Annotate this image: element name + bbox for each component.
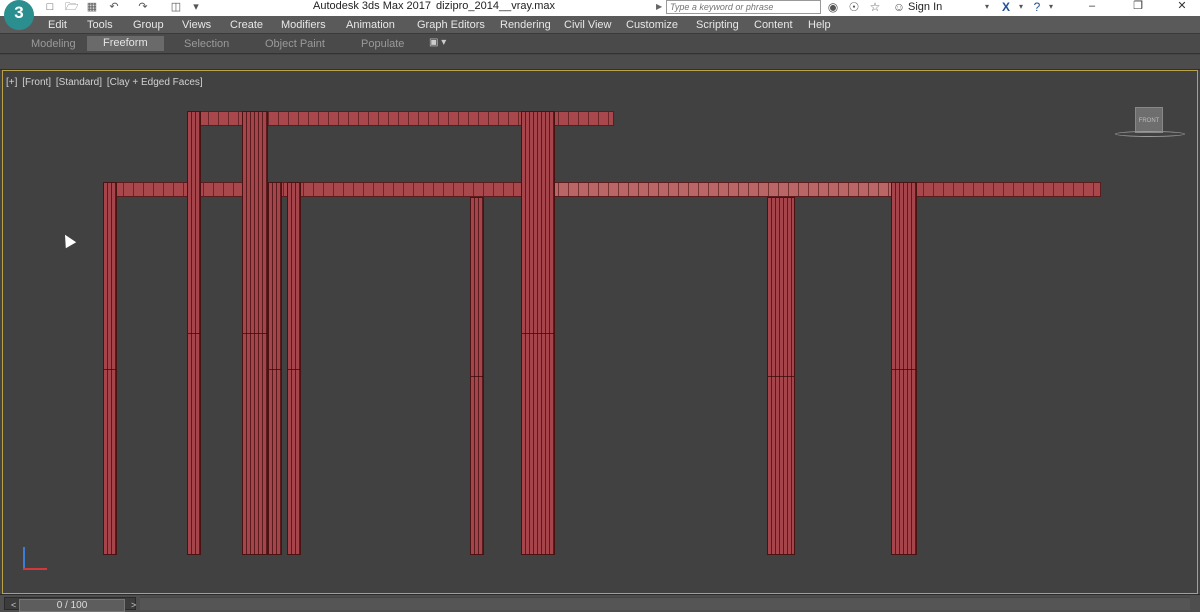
restore-icon[interactable]: ❐ [1120,0,1156,14]
menu-civil-view[interactable]: Civil View [564,18,611,32]
tab-selection[interactable]: Selection [184,37,229,51]
slider-prev-icon[interactable]: < [11,600,16,610]
axis-gizmo-x [23,568,47,570]
star-icon[interactable]: ☆ [868,0,882,14]
post[interactable] [242,111,268,555]
tab-freeform[interactable]: Freeform [87,36,164,51]
post[interactable] [470,197,484,555]
file-name: dizipro_2014__vray.max [436,0,556,12]
menu-rendering[interactable]: Rendering [500,18,551,32]
title-bar: 3 □ 🗁 ▦ ↶ ↷ ◫ ▾ Autodesk 3ds Max 2017 di… [0,0,1200,30]
menu-views[interactable]: Views [182,18,211,32]
viewcube-ring[interactable] [1115,131,1185,137]
sign-in-button[interactable]: Sign In [908,1,942,14]
time-slider[interactable]: 0 / 100 [19,599,125,612]
satellite-icon[interactable]: ☉ [847,0,861,14]
axis-gizmo-z [23,547,25,569]
post[interactable] [891,182,917,555]
app-window: 3 □ 🗁 ▦ ↶ ↷ ◫ ▾ Autodesk 3ds Max 2017 di… [0,0,1200,612]
mouse-cursor-icon [59,231,77,249]
app-logo[interactable]: 3 [4,0,34,30]
project-icon[interactable]: ◫ [170,1,182,13]
menu-bar: Edit Tools Group Views Create Modifiers … [0,16,1200,34]
post[interactable] [767,197,795,555]
menu-customize[interactable]: Customize [626,18,678,32]
quick-access-dropdown-icon[interactable]: ▾ [190,1,202,13]
menu-help[interactable]: Help [808,18,831,32]
slider-next-icon[interactable]: > [131,600,136,610]
tab-populate[interactable]: Populate [361,37,404,51]
menu-modifiers[interactable]: Modifiers [281,18,326,32]
menu-scripting[interactable]: Scripting [696,18,739,32]
autodesk-exchange-icon[interactable]: X [999,0,1013,14]
close-icon[interactable]: ✕ [1164,0,1200,14]
timeline-track[interactable] [140,597,1190,610]
new-icon[interactable]: □ [44,1,56,13]
post[interactable] [521,111,555,555]
help-dropdown-icon[interactable]: ▾ [1046,0,1056,14]
viewport-shading-label[interactable]: [Clay + Edged Faces] [107,77,203,88]
post[interactable] [287,182,301,555]
viewport-label[interactable]: [+] [Front] [Standard] [Clay + Edged Fac… [6,77,205,88]
ribbon-tabs: Modeling Freeform Selection Object Paint… [0,34,1200,54]
binoculars-icon[interactable]: ◉ [826,0,840,14]
user-icon[interactable]: ☺ [892,0,906,14]
viewcube[interactable]: FRONT [1135,107,1163,133]
save-icon[interactable]: ▦ [86,1,98,13]
minimize-icon[interactable]: – [1074,0,1110,14]
search-arrow-icon[interactable]: ▶ [656,2,662,11]
viewport-camera-label[interactable]: [Standard] [56,77,102,88]
undo-icon[interactable]: ↶ [108,1,120,13]
post[interactable] [187,111,201,555]
sign-in-dropdown-icon[interactable]: ▾ [982,0,992,14]
beam-lower-highlight[interactable] [548,182,893,197]
front-viewport[interactable]: [+] [Front] [Standard] [Clay + Edged Fac… [2,70,1198,594]
time-slider-track[interactable]: < 0 / 100 > [4,597,136,612]
menu-edit[interactable]: Edit [48,18,67,32]
time-bar: < 0 / 100 > [0,594,1200,612]
viewport-menu-label[interactable]: [+] [6,77,17,88]
menu-group[interactable]: Group [133,18,164,32]
ribbon-options-icon[interactable]: ▣ ▾ [429,37,446,48]
menu-tools[interactable]: Tools [87,18,113,32]
menu-content[interactable]: Content [754,18,793,32]
ribbon-panel-strip [0,55,1200,70]
app-title: Autodesk 3ds Max 2017 [313,0,432,12]
help-icon[interactable]: ? [1030,0,1044,14]
post[interactable] [268,182,282,555]
menu-animation[interactable]: Animation [346,18,395,32]
menu-create[interactable]: Create [230,18,263,32]
exchange-dropdown-icon[interactable]: ▾ [1016,0,1026,14]
search-input[interactable] [666,0,821,14]
tab-modeling[interactable]: Modeling [31,37,76,51]
redo-icon[interactable]: ↷ [137,1,149,13]
open-icon[interactable]: 🗁 [65,1,79,13]
tab-object-paint[interactable]: Object Paint [265,37,325,51]
menu-graph-editors[interactable]: Graph Editors [417,18,485,32]
post[interactable] [103,182,117,555]
viewport-view-label[interactable]: [Front] [22,77,51,88]
